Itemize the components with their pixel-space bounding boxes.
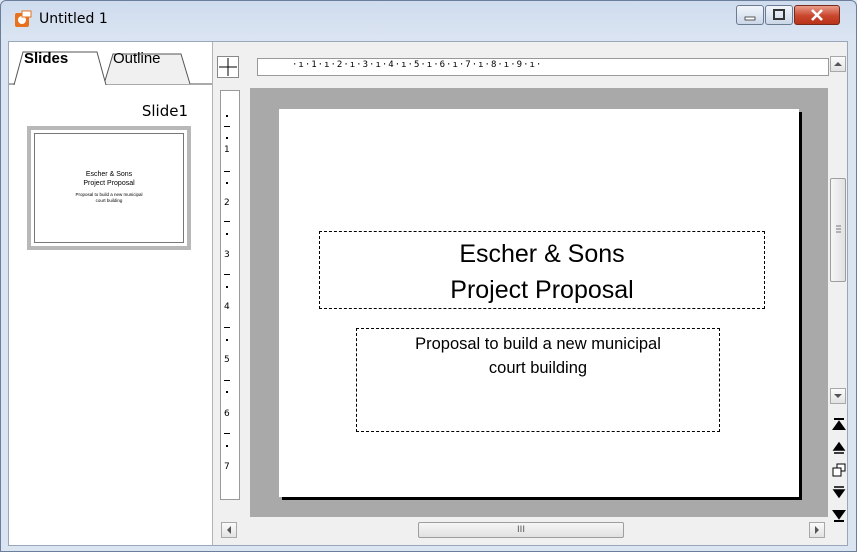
app-window: Untitled 1 Slides Outline Slide1 Escher … bbox=[0, 0, 857, 552]
close-button[interactable] bbox=[794, 5, 840, 25]
maximize-icon bbox=[773, 9, 785, 20]
ruler-number: 5 bbox=[224, 355, 230, 365]
maximize-button[interactable] bbox=[765, 5, 793, 25]
scroll-right-button[interactable] bbox=[809, 522, 825, 538]
scroll-right-icon bbox=[815, 526, 819, 534]
tab-outline[interactable]: Outline bbox=[113, 50, 161, 67]
last-slide-icon bbox=[832, 510, 846, 522]
slide-subtitle-line1: Proposal to build a new municipal bbox=[415, 335, 661, 353]
ruler-number: 1 bbox=[224, 145, 230, 155]
horizontal-ruler-scale: ·ı·1·ı·2·ı·3·ı·4·ı·5·ı·6·ı·7·ı·8·ı·9·ı· bbox=[292, 60, 543, 70]
title-bar[interactable]: Untitled 1 bbox=[1, 1, 856, 41]
ruler-mark bbox=[224, 126, 230, 127]
minimize-icon bbox=[744, 16, 756, 21]
thumbnail-page: Escher & Sons Project Proposal Proposal … bbox=[34, 133, 184, 243]
horizontal-scroll-thumb[interactable]: III bbox=[418, 522, 624, 538]
app-icon[interactable] bbox=[14, 10, 32, 28]
ruler-mark bbox=[226, 445, 228, 447]
scroll-down-button[interactable] bbox=[830, 388, 846, 404]
ruler-mark bbox=[226, 286, 228, 288]
ruler-mark bbox=[226, 391, 228, 393]
main-area: Slides Outline Slide1 Escher & Sons Proj… bbox=[8, 41, 848, 546]
slide-title-line1: Escher & Sons bbox=[459, 240, 625, 268]
scroll-up-icon bbox=[834, 62, 842, 66]
horizontal-scrollbar[interactable]: III bbox=[221, 520, 827, 540]
slide-canvas[interactable]: Escher & Sons Project Proposal Proposal … bbox=[250, 88, 828, 517]
previous-slide-icon bbox=[832, 441, 846, 454]
slide-pane: Slides Outline Slide1 Escher & Sons Proj… bbox=[9, 42, 213, 545]
scroll-left-icon bbox=[227, 526, 231, 534]
ruler-mark bbox=[226, 137, 228, 139]
ruler-mark bbox=[224, 274, 230, 275]
last-slide-button[interactable] bbox=[831, 508, 847, 524]
thumbnail-subtitle-line2: court building bbox=[95, 198, 123, 203]
ruler-mark bbox=[226, 182, 228, 184]
grip-icon bbox=[836, 225, 841, 233]
ruler-mark bbox=[224, 327, 230, 328]
window-title: Untitled 1 bbox=[39, 11, 108, 27]
slide-page[interactable]: Escher & Sons Project Proposal Proposal … bbox=[279, 109, 799, 497]
thumbnail-title: Escher & Sons Project Proposal bbox=[35, 170, 183, 188]
tab-slides[interactable]: Slides bbox=[24, 50, 68, 67]
ruler-mark bbox=[226, 233, 228, 235]
ruler-mark bbox=[226, 339, 228, 341]
scroll-down-icon bbox=[834, 394, 842, 398]
ruler-mark bbox=[224, 433, 230, 434]
minimize-button[interactable] bbox=[736, 5, 764, 25]
ruler-number: 3 bbox=[224, 250, 230, 260]
slide-subtitle-line2: court building bbox=[488, 359, 588, 377]
next-slide-icon bbox=[832, 486, 846, 499]
subtitle-placeholder[interactable]: Proposal to build a new municipal court … bbox=[356, 328, 720, 432]
crosshair-icon bbox=[219, 58, 237, 76]
slide-title-line2: Project Proposal bbox=[450, 276, 634, 304]
thumbnail-title-line1: Escher & Sons bbox=[85, 171, 133, 178]
ruler-mark bbox=[226, 115, 228, 117]
first-slide-button[interactable] bbox=[831, 416, 847, 432]
ruler-number: 6 bbox=[224, 409, 230, 419]
vertical-ruler[interactable]: 1 2 3 4 5 6 7 bbox=[220, 90, 240, 500]
first-slide-icon bbox=[832, 418, 846, 430]
navigator-button[interactable] bbox=[831, 462, 847, 478]
title-placeholder[interactable]: Escher & Sons Project Proposal bbox=[319, 231, 765, 309]
horizontal-ruler[interactable]: ·ı·1·ı·2·ı·3·ı·4·ı·5·ı·6·ı·7·ı·8·ı·9·ı· bbox=[257, 58, 829, 76]
ruler-number: 4 bbox=[224, 302, 230, 312]
ruler-mark bbox=[224, 171, 230, 172]
slide-thumbnail[interactable]: Escher & Sons Project Proposal Proposal … bbox=[27, 126, 191, 250]
previous-slide-button[interactable] bbox=[831, 439, 847, 455]
vertical-scrollbar[interactable] bbox=[829, 56, 847, 442]
vertical-scroll-thumb[interactable] bbox=[830, 178, 846, 282]
ruler-number: 7 bbox=[224, 462, 230, 472]
thumbnail-subtitle: Proposal to build a new municipal court … bbox=[35, 192, 183, 204]
scroll-left-button[interactable] bbox=[221, 522, 237, 538]
scroll-up-button[interactable] bbox=[830, 56, 846, 72]
close-icon bbox=[811, 9, 823, 21]
navigator-icon bbox=[832, 463, 846, 477]
ruler-number: 2 bbox=[224, 198, 230, 208]
thumbnail-title-line2: Project Proposal bbox=[83, 180, 135, 187]
ruler-corner[interactable] bbox=[217, 56, 239, 78]
ruler-mark bbox=[224, 221, 230, 222]
ruler-mark bbox=[224, 380, 230, 381]
next-slide-button[interactable] bbox=[831, 485, 847, 501]
slide-thumbnail-label: Slide1 bbox=[141, 102, 188, 120]
